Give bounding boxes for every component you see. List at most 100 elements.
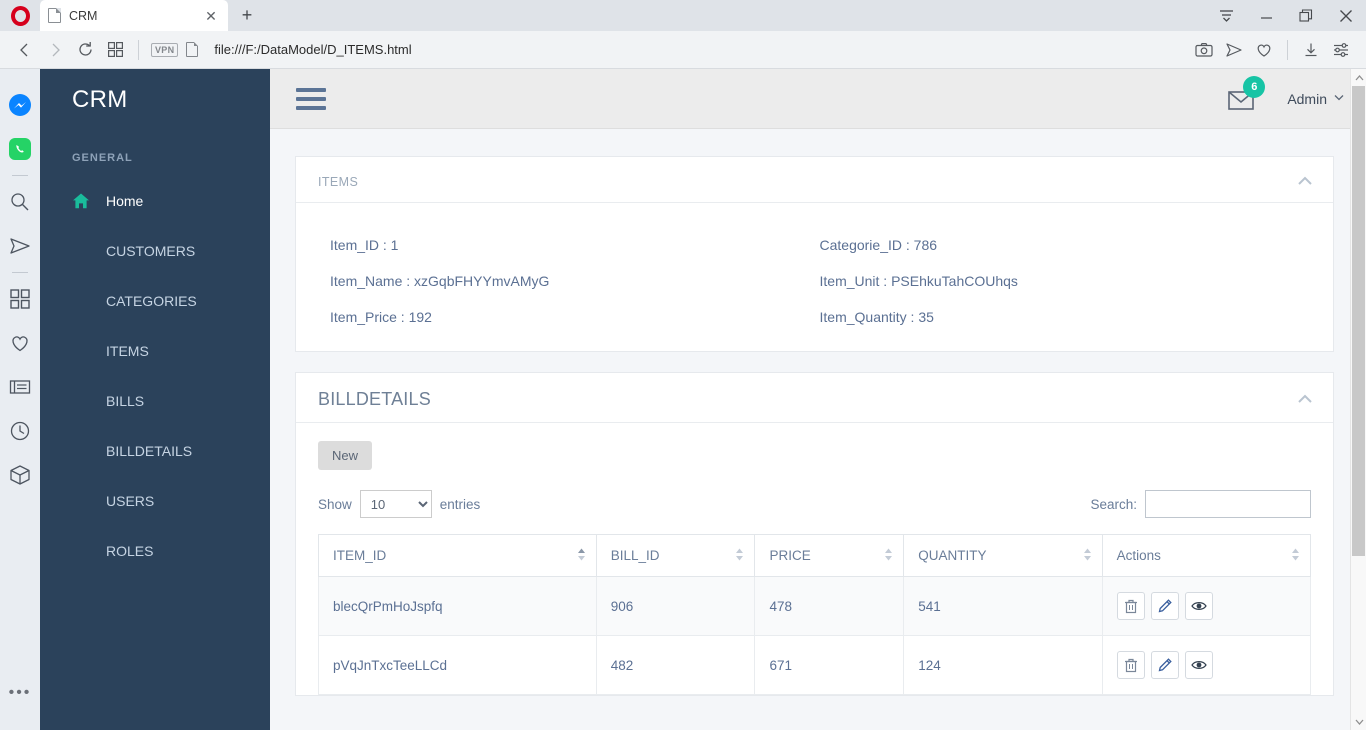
column-header-price[interactable]: PRICE xyxy=(754,534,905,577)
edit-icon[interactable] xyxy=(1150,651,1179,679)
delete-icon[interactable] xyxy=(1116,651,1145,679)
address-bar[interactable]: VPN file:///F:/DataModel/D_ITEMS.html xyxy=(147,36,1189,64)
items-panel-body: Item_ID : 1 Categorie_ID : 786 Item_Name… xyxy=(296,203,1333,351)
scrollbar-thumb[interactable] xyxy=(1352,86,1365,556)
sidebar-section-label: GENERAL xyxy=(72,152,133,164)
datatable-controls: Show 10 25 50 100 entries Search: xyxy=(296,470,1333,528)
tab-title: CRM xyxy=(69,8,98,23)
view-icon[interactable] xyxy=(1184,592,1213,620)
easy-setup-icon[interactable] xyxy=(1206,0,1246,31)
page-scrollbar[interactable] xyxy=(1350,69,1366,730)
heart-icon[interactable] xyxy=(1249,35,1279,65)
unread-badge: 6 xyxy=(1243,75,1266,98)
vpn-badge[interactable]: VPN xyxy=(151,42,179,57)
sidebar-item-users[interactable]: USERS xyxy=(40,476,270,526)
sidebar-item-categories[interactable]: CATEGORIES xyxy=(40,276,270,326)
back-icon[interactable] xyxy=(10,35,40,65)
sort-icon xyxy=(1291,548,1300,564)
search-input[interactable] xyxy=(1145,490,1311,518)
heart-icon[interactable] xyxy=(0,321,40,365)
easy-setup-panel-icon[interactable] xyxy=(1326,35,1356,65)
row-action-group xyxy=(1116,651,1296,679)
sidebar-divider-2 xyxy=(12,272,28,273)
cell-price: 671 xyxy=(754,635,905,695)
items-field-grid: Item_ID : 1 Categorie_ID : 786 Item_Name… xyxy=(330,237,1309,325)
close-tab-icon[interactable]: ✕ xyxy=(202,7,220,25)
download-icon[interactable] xyxy=(1296,35,1326,65)
sort-icon xyxy=(1083,548,1092,564)
sidebar-item-home[interactable]: Home xyxy=(40,176,270,226)
toolbar-divider-2 xyxy=(1287,39,1288,60)
collapse-icon[interactable] xyxy=(1297,391,1313,408)
search-icon[interactable] xyxy=(0,180,40,224)
cell-quantity: 541 xyxy=(903,576,1103,636)
speed-dial-icon[interactable] xyxy=(100,35,130,65)
messenger-icon[interactable] xyxy=(0,83,40,127)
sidebar-more-button[interactable]: ••• xyxy=(9,684,32,702)
sidebar-item-billdetails[interactable]: BILLDETAILS xyxy=(40,426,270,476)
news-icon[interactable] xyxy=(0,365,40,409)
history-icon[interactable] xyxy=(0,409,40,453)
whatsapp-icon[interactable] xyxy=(0,127,40,171)
browser-tab[interactable]: CRM ✕ xyxy=(40,0,228,31)
tab-strip: CRM ✕ + xyxy=(40,0,1206,31)
page-length-select[interactable]: 10 25 50 100 xyxy=(359,490,432,518)
items-panel-title: ITEMS xyxy=(318,174,359,189)
telegram-icon[interactable] xyxy=(0,224,40,268)
delete-icon[interactable] xyxy=(1116,592,1145,620)
view-icon[interactable] xyxy=(1184,651,1213,679)
user-menu[interactable]: Admin xyxy=(1287,91,1344,107)
package-icon[interactable] xyxy=(0,453,40,497)
sidebar-item-bills[interactable]: BILLS xyxy=(40,376,270,426)
column-header-bill-id[interactable]: BILL_ID xyxy=(595,534,756,577)
cell-bill-id: 482 xyxy=(595,635,756,695)
sidebar-item-customers[interactable]: CUSTOMERS xyxy=(40,226,270,276)
field-item-price: Item_Price : 192 xyxy=(330,309,432,325)
page-info-icon[interactable] xyxy=(186,42,199,57)
forward-icon[interactable] xyxy=(40,35,70,65)
sidebar-item-items[interactable]: ITEMS xyxy=(40,326,270,376)
close-window-button[interactable] xyxy=(1326,0,1366,31)
snapshot-icon[interactable] xyxy=(1189,35,1219,65)
collapse-icon[interactable] xyxy=(1297,173,1313,190)
sidebar-item-label: USERS xyxy=(106,493,155,509)
home-icon xyxy=(72,192,90,210)
scroll-down-icon[interactable] xyxy=(1351,713,1366,730)
speeddial-icon[interactable] xyxy=(0,277,40,321)
column-header-item-id[interactable]: ITEM_ID xyxy=(318,534,597,577)
window-controls xyxy=(1206,0,1366,31)
reload-icon[interactable] xyxy=(70,35,100,65)
browser-titlebar: CRM ✕ + xyxy=(0,0,1366,31)
column-header-quantity[interactable]: QUANTITY xyxy=(903,534,1103,577)
billdetails-table: ITEM_ID BILL_ID PRICE QUANTITY Actions b… xyxy=(318,534,1312,695)
hamburger-icon[interactable] xyxy=(296,83,326,115)
table-row[interactable]: blecQrPmHoJspfq 906 478 541 xyxy=(318,576,1312,636)
field-item-id: Item_ID : 1 xyxy=(330,237,399,253)
minimize-window-button[interactable] xyxy=(1246,0,1286,31)
cell-price: 478 xyxy=(754,576,905,636)
sidebar-item-label: CATEGORIES xyxy=(106,293,197,309)
crm-main: 6 Admin ITEMS Item_ID: 1 Categorie_ID:… xyxy=(270,69,1366,730)
items-panel-header: ITEMS xyxy=(296,157,1333,203)
sidebar-item-roles[interactable]: ROLES xyxy=(40,526,270,576)
send-icon[interactable] xyxy=(1219,35,1249,65)
sort-icon xyxy=(577,548,586,564)
maximize-window-button[interactable] xyxy=(1286,0,1326,31)
opera-sidebar: ••• xyxy=(0,69,40,730)
scroll-up-icon[interactable] xyxy=(1351,69,1366,86)
table-row[interactable]: pVqJnTxcTeeLLCd 482 671 124 xyxy=(318,635,1312,695)
cell-item-id: blecQrPmHoJspfq xyxy=(318,576,597,636)
app-header: 6 Admin xyxy=(270,69,1366,129)
billdetails-toolbar: New xyxy=(296,423,1333,470)
messages-button[interactable]: 6 xyxy=(1227,75,1266,116)
new-tab-button[interactable]: + xyxy=(233,1,261,29)
tab-favicon-icon xyxy=(48,8,61,23)
new-button[interactable]: New xyxy=(318,441,373,470)
show-label: Show xyxy=(318,496,352,512)
field-categorie-id: Categorie_ID : 786 xyxy=(819,237,938,253)
table-head: ITEM_ID BILL_ID PRICE QUANTITY Actions xyxy=(318,534,1312,577)
crm-brand[interactable]: CRM xyxy=(40,69,270,114)
sidebar-item-label: ITEMS xyxy=(106,343,149,359)
edit-icon[interactable] xyxy=(1150,592,1179,620)
column-header-actions[interactable]: Actions xyxy=(1101,534,1312,577)
